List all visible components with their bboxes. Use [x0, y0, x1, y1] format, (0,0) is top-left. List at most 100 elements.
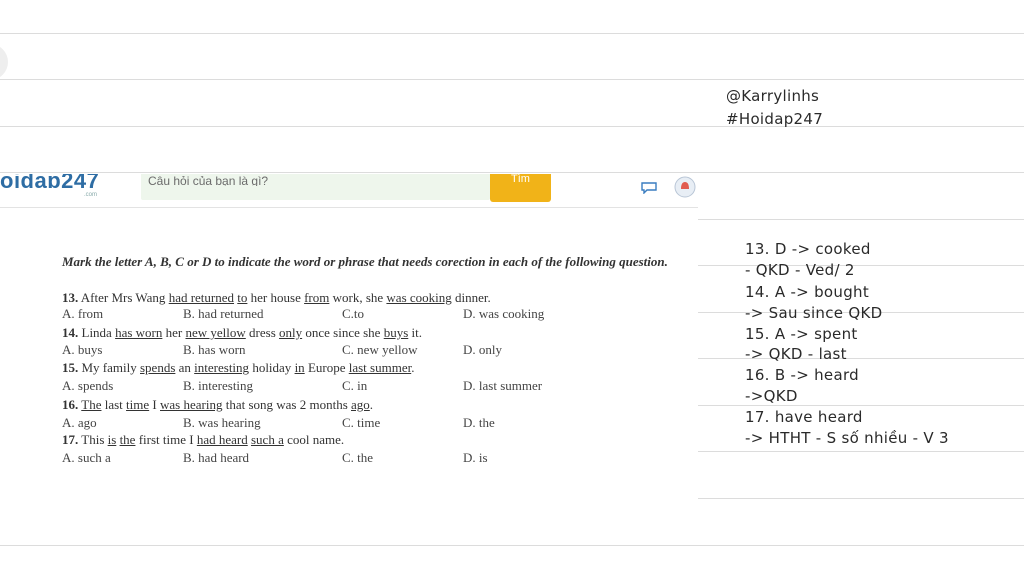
option-14-a: A. buys — [62, 342, 103, 357]
underlined-segment: was cooking — [386, 290, 452, 305]
underlined-segment: was hearing — [160, 397, 223, 412]
text-segment: work, she — [329, 290, 387, 305]
edge-circle — [0, 44, 8, 80]
ruled-line — [0, 33, 1024, 34]
ruled-line — [698, 219, 1024, 220]
ruled-line — [0, 172, 1024, 173]
answer-line: -> QKD - last — [745, 345, 847, 363]
text-segment: her — [162, 325, 186, 340]
option-15-d: D. last summer — [463, 378, 543, 393]
header-divider — [0, 207, 698, 208]
text-segment: dress — [245, 325, 279, 340]
underlined-segment: from — [304, 290, 330, 305]
option-13-d: D. was cooking — [463, 306, 545, 321]
underlined-segment: interesting — [194, 360, 250, 375]
option-14-c: C. new yellow — [342, 342, 418, 357]
brand-domain: .com — [84, 192, 98, 198]
text-segment: holiday — [249, 360, 295, 375]
text-segment: it. — [408, 325, 423, 340]
text-segment: . — [411, 360, 415, 375]
option-13-b: B. had returned — [183, 306, 264, 321]
answer-line: - QKD - Ved/ 2 — [745, 261, 855, 279]
text-segment: I — [149, 397, 160, 412]
underlined-segment: in — [294, 360, 305, 375]
text-segment: This — [78, 432, 108, 447]
question-14: 14. Linda has worn her new yellow dress … — [62, 325, 422, 341]
option-16-c: C. time — [342, 415, 381, 430]
ruled-line — [0, 545, 1024, 546]
question-16: 16. The last time I was hearing that son… — [62, 397, 373, 413]
bell-icon[interactable] — [674, 176, 696, 198]
option-14-b: B. has worn — [183, 342, 246, 357]
text-segment: her house — [247, 290, 305, 305]
underlined-segment: such a — [250, 432, 284, 447]
answer-line: -> Sau since QKD — [745, 304, 883, 322]
option-15-b: B. interesting — [183, 378, 254, 393]
underlined-segment: to — [237, 290, 248, 305]
option-17-c: C. the — [342, 450, 374, 465]
option-17-a: A. such a — [62, 450, 111, 465]
answer-line: 13. D -> cooked — [745, 240, 871, 258]
option-17-b: B. had heard — [183, 450, 250, 465]
option-13-c: C.to — [342, 306, 365, 321]
text-segment: After Mrs Wang — [78, 290, 169, 305]
question-17: 17. This is the first time I had heard s… — [62, 432, 344, 448]
ruled-line — [0, 79, 1024, 80]
note-tag: #Hoidap247 — [726, 110, 824, 128]
ruled-line — [698, 451, 1024, 452]
question-number: 17. — [62, 432, 79, 447]
text-segment: My family — [78, 360, 140, 375]
brand-logo: oidap247 — [0, 174, 100, 188]
ruled-line — [698, 498, 1024, 499]
option-15-c: C. in — [342, 378, 368, 393]
option-16-d: D. the — [463, 415, 495, 430]
underlined-segment: ago — [351, 397, 370, 412]
text-segment: dinner. — [451, 290, 491, 305]
note-author: @Karrylinhs — [726, 87, 820, 105]
underlined-segment: spends — [140, 360, 176, 375]
text-segment: that song was 2 months — [222, 397, 352, 412]
search-placeholder: Câu hỏi của bạn là gì? — [148, 176, 269, 186]
text-segment: Linda — [78, 325, 116, 340]
underlined-segment: time — [126, 397, 150, 412]
underlined-segment: is — [107, 432, 117, 447]
search-button[interactable]: Tìm — [490, 174, 551, 202]
question-number: 13. — [62, 290, 79, 305]
underlined-segment: only — [279, 325, 303, 340]
underlined-segment: last summer — [348, 360, 412, 375]
exercise-instruction: Mark the letter A, B, C or D to indicate… — [62, 254, 668, 269]
text-segment: first time I — [135, 432, 197, 447]
underlined-segment: The — [81, 397, 102, 412]
underlined-segment: the — [119, 432, 136, 447]
ruled-line — [0, 126, 1024, 127]
question-number: 15. — [62, 360, 79, 375]
question-number: 14. — [62, 325, 79, 340]
option-15-a: A. spends — [62, 378, 114, 393]
text-segment: . — [369, 397, 374, 412]
text-segment: last — [101, 397, 127, 412]
question-number: 16. — [62, 397, 79, 412]
text-segment: once since she — [302, 325, 384, 340]
ruled-line — [698, 405, 1024, 406]
chat-icon[interactable] — [640, 182, 658, 194]
text-segment: an — [175, 360, 195, 375]
answer-line: -> HTHT - S số nhiều - V 3 — [745, 429, 949, 447]
text-segment: cool name. — [283, 432, 345, 447]
option-14-d: D. only — [463, 342, 502, 357]
question-13: 13. After Mrs Wang had returned to her h… — [62, 290, 491, 306]
option-13-a: A. from — [62, 306, 104, 321]
answer-line: 16. B -> heard — [745, 366, 859, 384]
underlined-segment: has worn — [115, 325, 163, 340]
text-segment: Europe — [304, 360, 349, 375]
underlined-segment: buys — [383, 325, 409, 340]
option-16-a: A. ago — [62, 415, 97, 430]
question-15: 15. My family spends an interesting holi… — [62, 360, 414, 376]
underlined-segment: had heard — [196, 432, 248, 447]
answer-line: 17. have heard — [745, 408, 863, 426]
underlined-segment: had returned — [168, 290, 235, 305]
answer-line: 15. A -> spent — [745, 325, 858, 343]
underlined-segment: new yellow — [185, 325, 246, 340]
option-17-d: D. is — [463, 450, 488, 465]
answer-line: 14. A -> bought — [745, 283, 870, 301]
option-16-b: B. was hearing — [183, 415, 261, 430]
